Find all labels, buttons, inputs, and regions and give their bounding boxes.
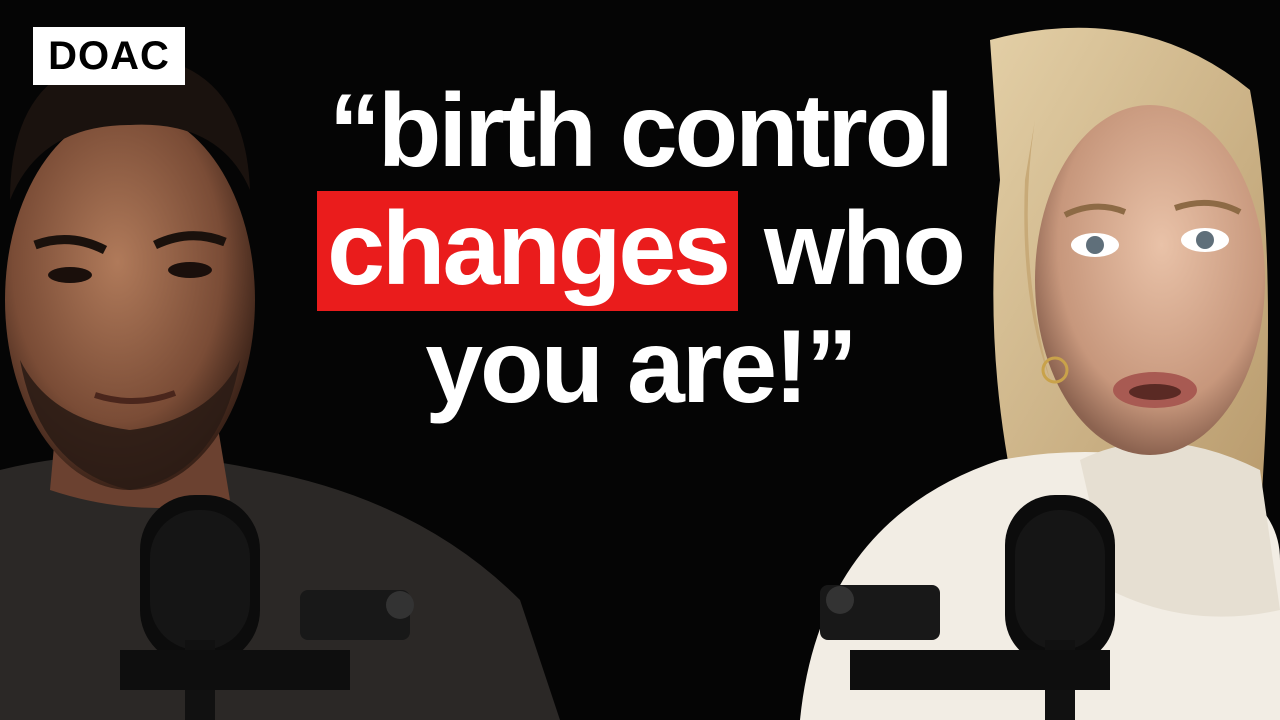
headline-line-2: changes who — [270, 190, 1010, 311]
doac-logo: DOAC — [33, 27, 185, 85]
headline-line-1: “birth control — [328, 73, 954, 189]
video-thumbnail[interactable]: DOAC “birth control changes who you are!… — [0, 0, 1280, 720]
headline-line-3: you are!” — [425, 309, 858, 425]
headline-quote: “birth control changes who you are!” — [270, 72, 1010, 426]
headline-line-2-rest: who — [738, 191, 966, 307]
headline-highlight-word: changes — [317, 191, 739, 311]
